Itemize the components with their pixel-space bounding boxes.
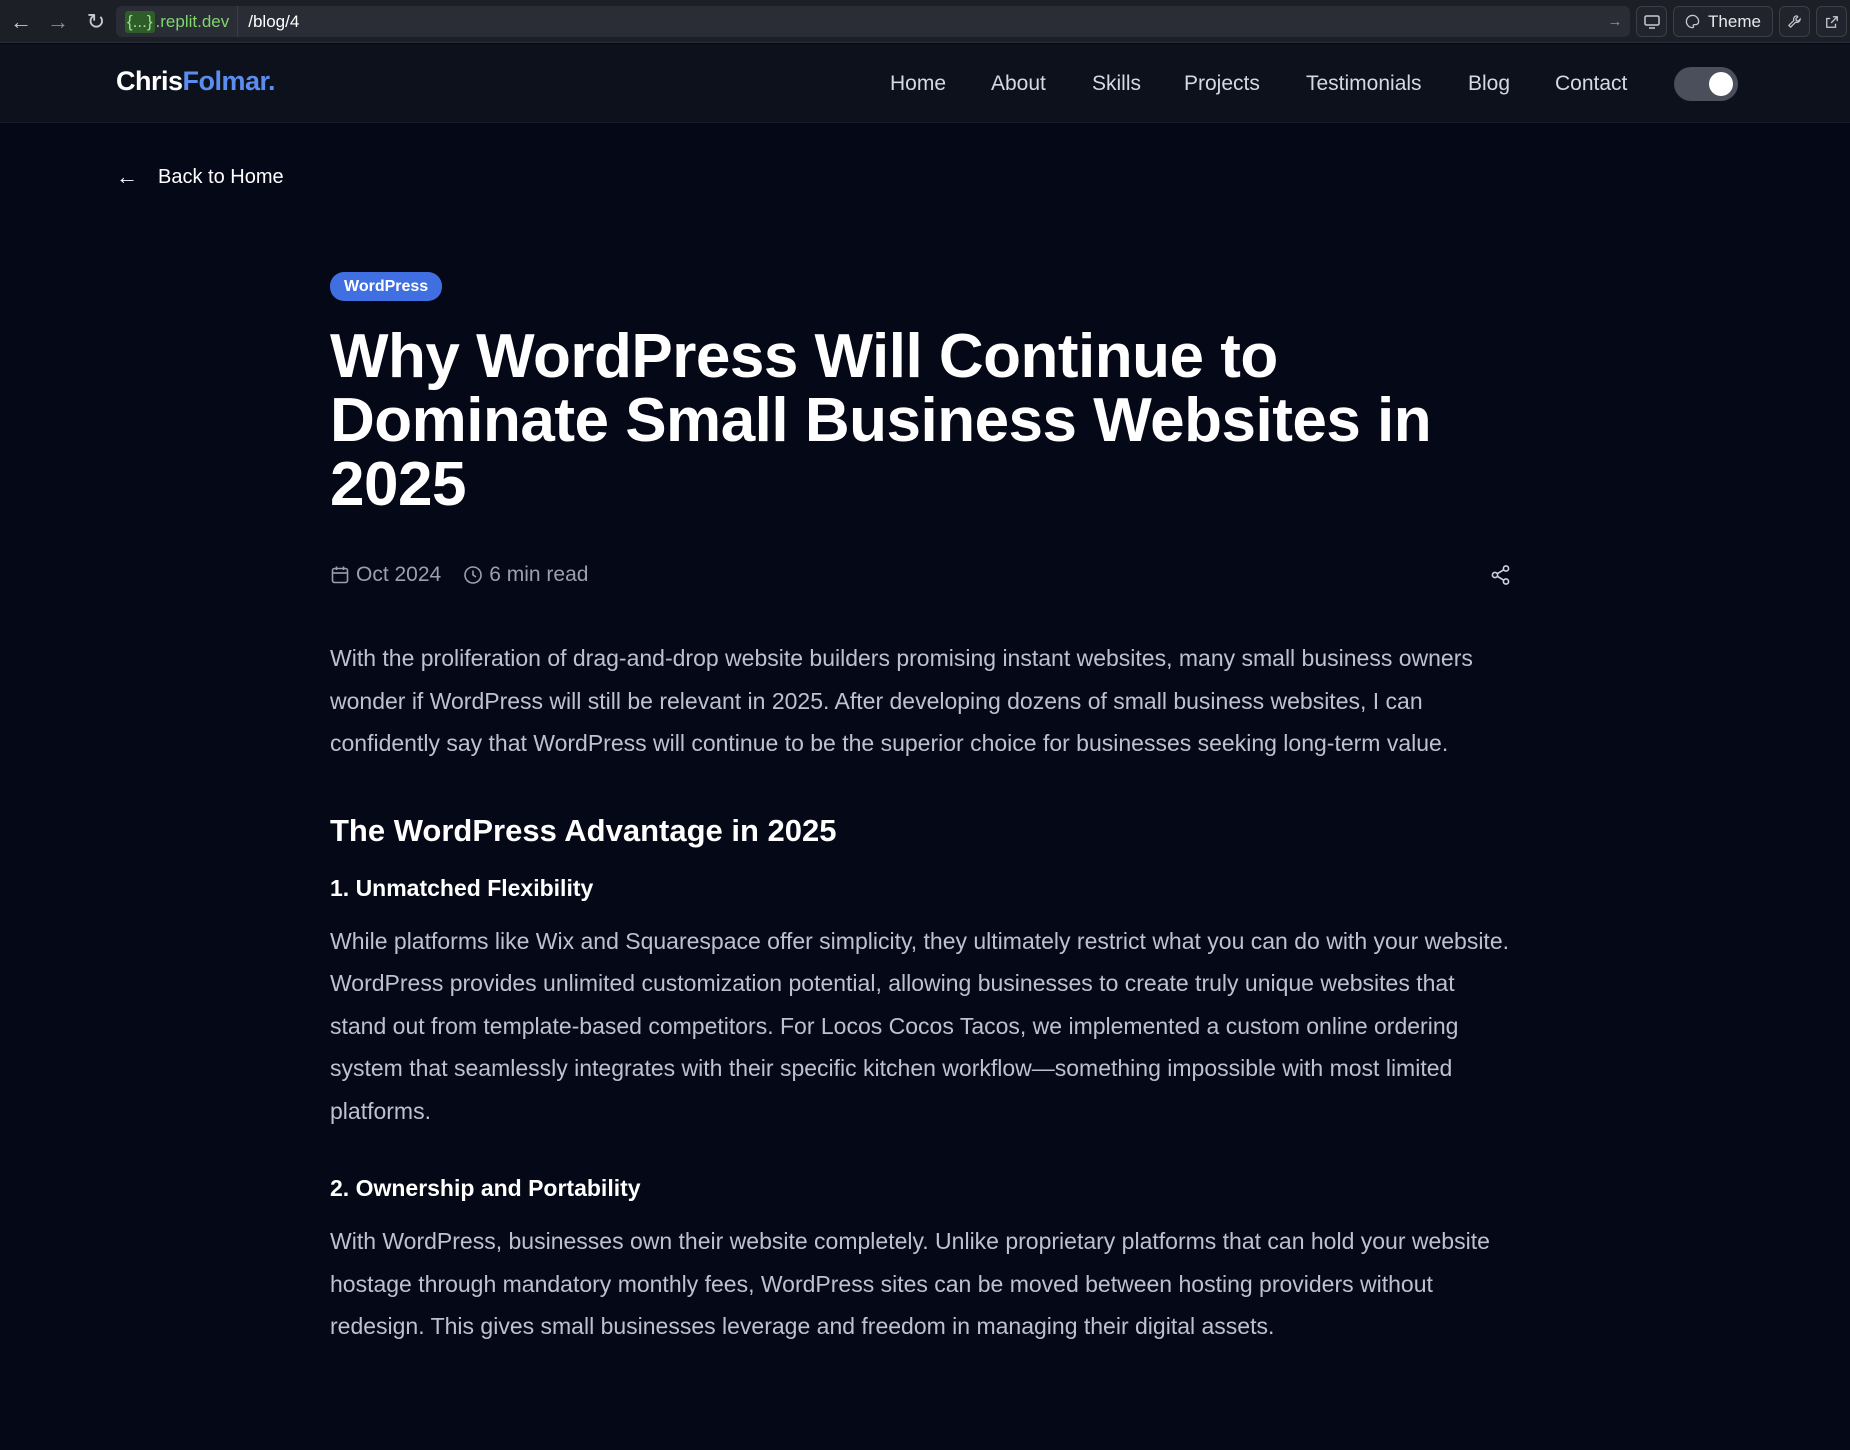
paragraph-ownership: With WordPress, businesses own their web… [330, 1228, 1490, 1339]
dark-mode-toggle[interactable] [1674, 67, 1738, 101]
calendar-icon [331, 566, 349, 584]
nav-link-contact[interactable]: Contact [1555, 72, 1627, 96]
theme-button[interactable]: Theme [1673, 6, 1773, 37]
devtools-button[interactable] [1636, 6, 1667, 37]
browser-back-button[interactable]: ← [2, 0, 40, 43]
open-external-button[interactable] [1816, 6, 1847, 37]
read-time: 6 min read [463, 563, 588, 587]
toggle-knob [1709, 72, 1733, 96]
palette-icon [1685, 14, 1700, 29]
back-to-home-link[interactable]: ← Back to Home [116, 163, 284, 191]
back-arrow-icon: ← [10, 8, 32, 34]
paragraph-flexibility: While platforms like Wix and Squarespace… [330, 927, 1510, 1124]
article-meta: Oct 2024 6 min read [330, 560, 1512, 590]
blog-article: WordPress Why WordPress Will Continue to… [330, 272, 1512, 1348]
external-link-icon [1825, 15, 1838, 28]
monitor-icon [1643, 14, 1660, 29]
article-title: Why WordPress Will Continue to Dominate … [330, 322, 1432, 519]
url-host-badge: {...} [125, 10, 155, 33]
arrow-left-icon: ← [116, 164, 138, 189]
clock-icon [464, 566, 483, 584]
logo-last-name: Folmar. [182, 66, 276, 96]
tools-button[interactable] [1779, 6, 1810, 37]
article-lead-paragraph: With the proliferation of drag-and-drop … [330, 645, 1473, 756]
category-tag[interactable]: WordPress [330, 272, 443, 301]
nav-link-home[interactable]: Home [890, 72, 946, 96]
subheading-flexibility: 1. Unmatched Flexibility [330, 874, 594, 901]
browser-reload-button[interactable]: ↻ [77, 0, 115, 43]
publish-date: Oct 2024 [330, 563, 441, 587]
reload-icon: ↻ [86, 8, 106, 34]
publish-date-text: Oct 2024 [356, 563, 442, 586]
site-logo[interactable]: ChrisFolmar. [116, 66, 276, 97]
nav-link-skills[interactable]: Skills [1092, 72, 1141, 96]
site-header: ChrisFolmar. Home About Skills Projects … [0, 44, 1850, 123]
logo-first-name: Chris [116, 66, 183, 96]
url-host-domain: .replit.dev [155, 11, 230, 31]
forward-arrow-icon: → [47, 8, 69, 34]
section-heading: The WordPress Advantage in 2025 [330, 812, 837, 848]
nav-link-testimonials[interactable]: Testimonials [1306, 72, 1422, 96]
url-path[interactable]: /blog/4 [238, 12, 1600, 32]
nav-link-projects[interactable]: Projects [1184, 72, 1260, 96]
nav-link-about[interactable]: About [991, 72, 1046, 96]
address-bar[interactable]: {...} .replit.dev /blog/4 → [116, 6, 1630, 37]
back-to-home-label: Back to Home [158, 165, 284, 188]
browser-forward-button[interactable]: → [39, 0, 77, 43]
wrench-icon [1788, 15, 1801, 28]
theme-button-label: Theme [1708, 11, 1761, 31]
nav-link-blog[interactable]: Blog [1468, 72, 1510, 96]
share-icon[interactable] [1490, 564, 1512, 586]
read-time-text: 6 min read [489, 563, 589, 586]
url-host: {...} .replit.dev [116, 6, 239, 37]
subheading-ownership: 2. Ownership and Portability [330, 1175, 641, 1201]
go-arrow-icon[interactable]: → [1600, 13, 1630, 30]
browser-toolbar: ← → ↻ {...} .replit.dev /blog/4 → Theme [0, 0, 1850, 43]
